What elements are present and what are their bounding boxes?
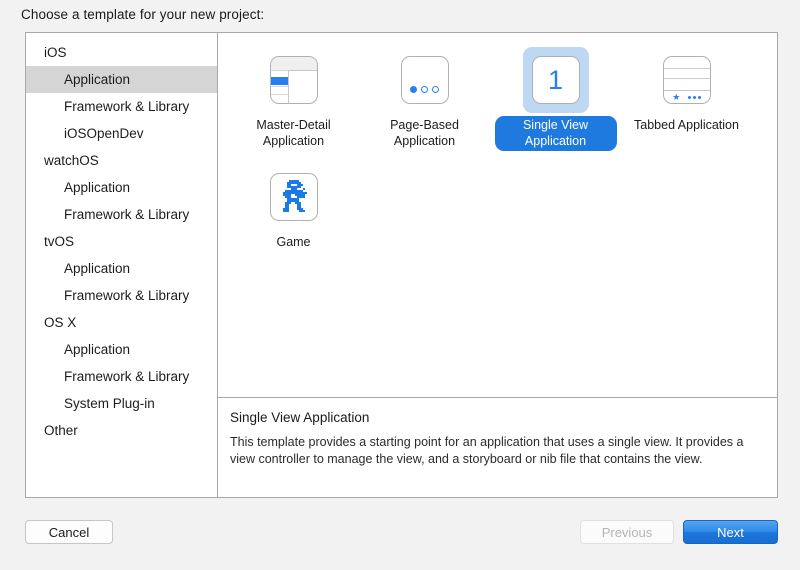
sidebar-item-os-x[interactable]: OS X bbox=[26, 309, 217, 336]
sidebar-item-watchos[interactable]: watchOS bbox=[26, 147, 217, 174]
sidebar-item-other[interactable]: Other bbox=[26, 417, 217, 444]
description-body: This template provides a starting point … bbox=[230, 434, 759, 468]
template-icon-wrapper bbox=[392, 47, 458, 113]
sidebar-item-label: Application bbox=[64, 342, 130, 357]
sidebar-item-application[interactable]: Application bbox=[26, 255, 217, 282]
sidebar-item-label: Application bbox=[64, 180, 130, 195]
sidebar-item-application[interactable]: Application bbox=[26, 66, 217, 93]
template-cell-single-view-application[interactable]: 1 Single View Application bbox=[490, 47, 621, 164]
template-cell-tabbed-application[interactable]: ★ Tabbed Application bbox=[621, 47, 752, 164]
sidebar-item-label: Framework & Library bbox=[64, 369, 189, 384]
sidebar-item-label: Application bbox=[64, 72, 130, 87]
template-label: Master-Detail Application bbox=[233, 116, 355, 151]
sidebar-item-label: iOSOpenDev bbox=[64, 126, 144, 141]
sidebar-item-label: tvOS bbox=[44, 234, 74, 249]
sidebar-item-framework-library[interactable]: Framework & Library bbox=[26, 363, 217, 390]
template-cell-game[interactable]: Game bbox=[228, 164, 359, 281]
template-icon-wrapper bbox=[261, 164, 327, 230]
description-pane: Single View Application This template pr… bbox=[218, 397, 777, 497]
template-label: Single View Application bbox=[495, 116, 617, 151]
sidebar-item-label: System Plug-in bbox=[64, 396, 155, 411]
sidebar-item-ios[interactable]: iOS bbox=[26, 39, 217, 66]
sidebar-item-label: Framework & Library bbox=[64, 99, 189, 114]
page-based-icon bbox=[401, 56, 449, 104]
sidebar-item-framework-library[interactable]: Framework & Library bbox=[26, 93, 217, 120]
master-detail-icon bbox=[270, 56, 318, 104]
sidebar-item-tvos[interactable]: tvOS bbox=[26, 228, 217, 255]
template-label: Game bbox=[269, 233, 317, 252]
sidebar-item-framework-library[interactable]: Framework & Library bbox=[26, 282, 217, 309]
sidebar-item-label: watchOS bbox=[44, 153, 99, 168]
previous-button[interactable]: Previous bbox=[580, 520, 674, 544]
sidebar-item-application[interactable]: Application bbox=[26, 174, 217, 201]
template-icon-wrapper: ★ bbox=[654, 47, 720, 113]
sidebar-item-framework-library[interactable]: Framework & Library bbox=[26, 201, 217, 228]
category-sidebar[interactable]: iOS Application Framework & Library iOSOpen… bbox=[26, 33, 218, 497]
templates-pane: Master-Detail Application Page-Based Appl… bbox=[218, 33, 777, 497]
template-icon-wrapper bbox=[261, 47, 327, 113]
tabbed-icon: ★ bbox=[663, 56, 711, 104]
description-title: Single View Application bbox=[230, 410, 759, 425]
template-cell-master-detail-application[interactable]: Master-Detail Application bbox=[228, 47, 359, 164]
cancel-button[interactable]: Cancel bbox=[25, 520, 113, 544]
sidebar-item-label: iOS bbox=[44, 45, 67, 60]
sidebar-item-label: Framework & Library bbox=[64, 288, 189, 303]
sidebar-item-label: Other bbox=[44, 423, 78, 438]
sidebar-item-label: Framework & Library bbox=[64, 207, 189, 222]
template-icon-wrapper: 1 bbox=[523, 47, 589, 113]
page-title: Choose a template for your new project: bbox=[21, 7, 264, 22]
game-icon bbox=[270, 173, 318, 221]
template-cell-page-based-application[interactable]: Page-Based Application bbox=[359, 47, 490, 164]
template-label: Tabbed Application bbox=[627, 116, 746, 135]
sidebar-item-label: Application bbox=[64, 261, 130, 276]
sidebar-item-iosopendev[interactable]: iOSOpenDev bbox=[26, 120, 217, 147]
template-grid[interactable]: Master-Detail Application Page-Based Appl… bbox=[218, 33, 777, 397]
single-view-number-glyph: 1 bbox=[533, 57, 579, 103]
template-label: Page-Based Application bbox=[364, 116, 486, 151]
sidebar-item-system-plug-in[interactable]: System Plug-in bbox=[26, 390, 217, 417]
next-button[interactable]: Next bbox=[683, 520, 778, 544]
template-chooser-panel: iOS Application Framework & Library iOSOpen… bbox=[25, 32, 778, 498]
dialog-footer: Cancel Previous Next bbox=[0, 510, 800, 570]
single-view-icon: 1 bbox=[532, 56, 580, 104]
sidebar-item-label: OS X bbox=[44, 315, 76, 330]
sidebar-item-application[interactable]: Application bbox=[26, 336, 217, 363]
